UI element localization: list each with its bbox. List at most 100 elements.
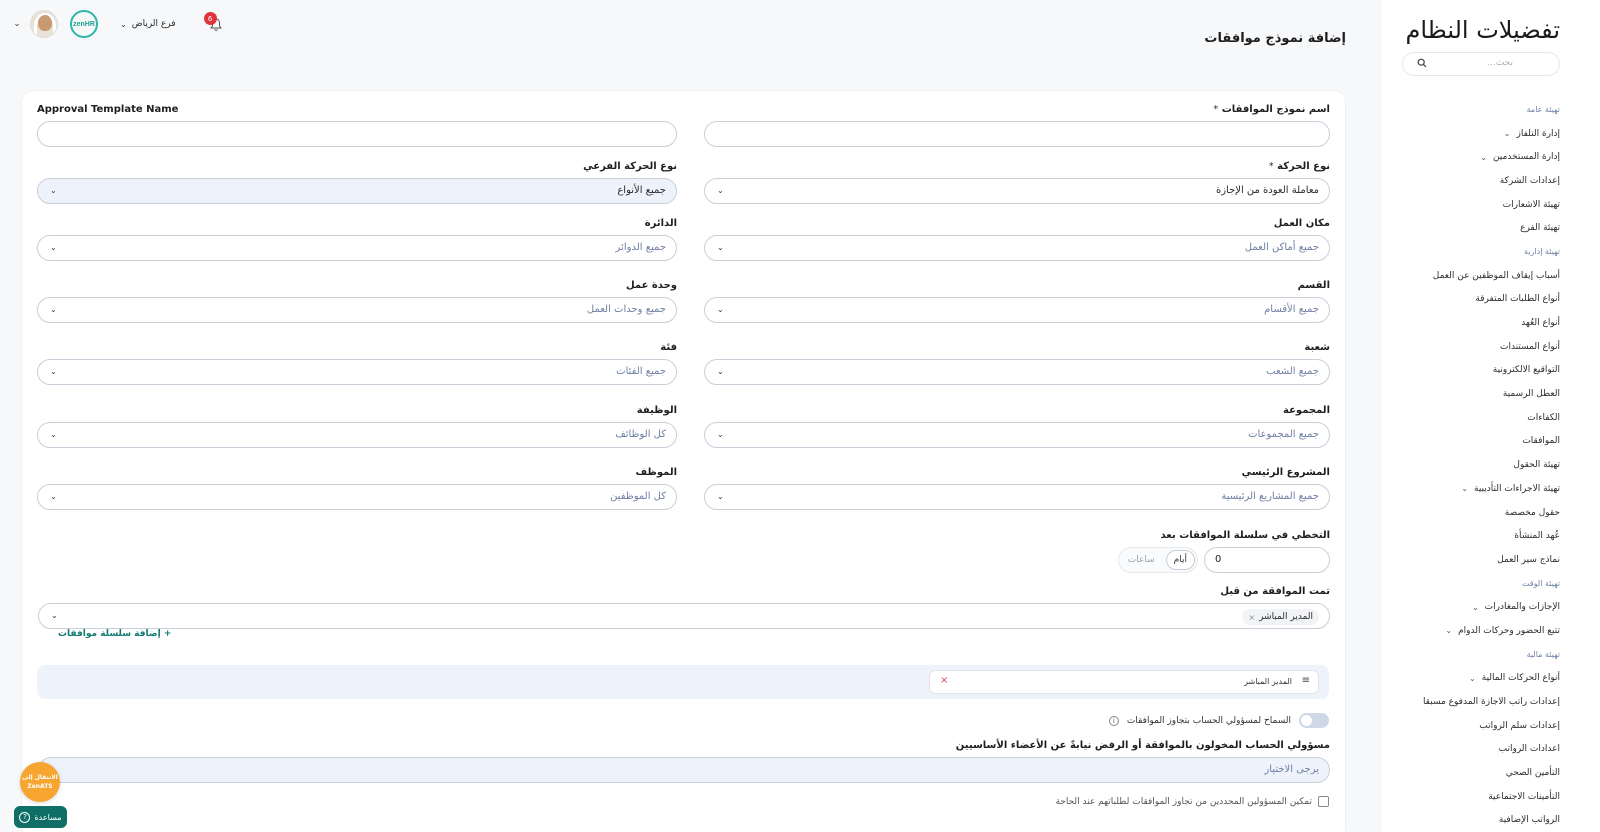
branch-selector[interactable]: فرع الرياض ⌄ <box>120 19 176 29</box>
sidebar-item-label: إدارة المستخدمين <box>1492 152 1560 163</box>
field-name-en: Approval Template Name <box>37 103 677 147</box>
unit-days-option[interactable]: أيام <box>1165 550 1195 570</box>
sidebar-item-label: إعدادات راتب الاجازة المدفوع مسبقا <box>1422 697 1560 708</box>
sidebar-item[interactable]: العطل الرسمية <box>1390 382 1560 406</box>
sidebar-item[interactable]: التأمين الصحي <box>1390 761 1560 785</box>
sidebar-item-label: إدارة التلفاز <box>1516 128 1560 139</box>
chevron-down-icon: ⌄ <box>50 186 57 195</box>
employee-select[interactable]: كل الموظفين ⌄ <box>37 484 677 510</box>
sidebar-item-label: تهيئة الاجراءات التأديبية <box>1474 483 1560 494</box>
work-unit-select[interactable]: جميع وحدات العمل ⌄ <box>37 297 677 323</box>
transaction-type-select[interactable]: معاملة العودة من الإجازة ⌄ <box>704 178 1330 204</box>
section-value: جميع الأقسام <box>1264 304 1319 315</box>
avatar[interactable] <box>30 10 58 38</box>
sidebar-item[interactable]: إعدادات راتب الاجازة المدفوع مسبقا <box>1390 690 1560 714</box>
zenats-line2: ZenATS <box>27 783 53 790</box>
notifications-button[interactable]: 6 <box>203 12 228 35</box>
job-label: الوظيفة <box>636 405 677 416</box>
sidebar-item[interactable]: إعدادات الشركة <box>1390 169 1560 193</box>
sidebar-item[interactable]: نماذج سير العمل <box>1390 548 1560 572</box>
sidebar-search-input[interactable]: بحث... <box>1402 52 1560 76</box>
approval-chain-item[interactable]: ≡ المدير المباشر × <box>929 670 1319 694</box>
enable-override-checkbox[interactable] <box>1318 796 1329 807</box>
group-select[interactable]: جميع المجموعات ⌄ <box>704 422 1330 448</box>
delete-icon[interactable]: × <box>940 675 948 686</box>
sidebar-item-label: إعدادات سلم الرواتب <box>1479 720 1560 731</box>
help-button[interactable]: ? مساعدة <box>14 806 67 828</box>
workplace-label: مكان العمل <box>1273 218 1330 229</box>
department-circle-select[interactable]: جميع الدوائر ⌄ <box>37 235 677 261</box>
sidebar-item[interactable]: الرواتب الإضافية <box>1390 809 1560 832</box>
add-approval-chain-link[interactable]: + إضافة سلسلة موافقات <box>58 629 171 639</box>
page-title: إضافة نموذج موافقات <box>1204 31 1346 46</box>
sidebar-item[interactable]: أسباب إيقاف الموظفين عن العمل <box>1390 264 1560 288</box>
sidebar-item[interactable]: الكفاءات <box>1390 406 1560 430</box>
sidebar-item[interactable]: الموافقات <box>1390 430 1560 454</box>
sidebar-item[interactable]: التواقيع الالكترونية <box>1390 359 1560 383</box>
allow-override-toggle[interactable] <box>1299 713 1329 728</box>
name-ar-input[interactable] <box>704 121 1330 147</box>
job-select[interactable]: كل الوظائف ⌄ <box>37 422 677 448</box>
field-sub-type: نوع الحركة الفرعي جميع الأنواع ⌄ <box>37 160 677 204</box>
go-to-zenats-button[interactable]: الانتقال إلى ZenATS <box>20 762 60 802</box>
work-unit-value: جميع وحدات العمل <box>586 304 666 315</box>
sidebar-item[interactable]: تتبع الحضور وحركات الدوام ⌄ <box>1390 619 1560 643</box>
field-employee: الموظف كل الموظفين ⌄ <box>37 466 677 510</box>
main-project-label: المشروع الرئيسي <box>1241 467 1330 478</box>
category-value: جميع الفئات <box>616 366 666 377</box>
chain-item-label: المدير المباشر <box>1244 677 1292 686</box>
sidebar-item[interactable]: تهيئة الاجراءات التأديبية ⌄ <box>1390 477 1560 501</box>
info-icon[interactable]: i <box>1108 715 1119 726</box>
skip-after-number-input[interactable]: 0 <box>1204 547 1330 573</box>
division-label: شعبة <box>1304 342 1330 353</box>
sidebar-item[interactable]: إعدادات سلم الرواتب <box>1390 714 1560 738</box>
sidebar-item[interactable]: الإجازات والمغادرات ⌄ <box>1390 595 1560 619</box>
sidebar-item[interactable]: عُهد المنشأة <box>1390 524 1560 548</box>
user-menu-chevron-down-icon[interactable]: ⌄ <box>10 19 24 29</box>
employee-value: كل الموظفين <box>610 491 666 502</box>
authorized-admins-select[interactable]: يرجى الاختيار <box>38 757 1330 783</box>
name-en-label: Approval Template Name <box>37 104 179 115</box>
group-label: المجموعة <box>1283 405 1330 416</box>
main-project-select[interactable]: جميع المشاريع الرئيسية ⌄ <box>704 484 1330 510</box>
division-select[interactable]: جميع الشعب ⌄ <box>704 359 1330 385</box>
remove-chip-icon[interactable]: × <box>1248 613 1255 622</box>
sidebar-title: تفضيلات النظام <box>1405 16 1561 44</box>
category-select[interactable]: جميع الفئات ⌄ <box>37 359 677 385</box>
workplace-select[interactable]: جميع أماكن العمل ⌄ <box>704 235 1330 261</box>
sidebar-item[interactable]: أنواع الحركات المالية ⌄ <box>1390 667 1560 691</box>
job-value: كل الوظائف <box>615 429 666 440</box>
section-select[interactable]: جميع الأقسام ⌄ <box>704 297 1330 323</box>
field-division: شعبة جميع الشعب ⌄ <box>704 341 1330 385</box>
sidebar-item[interactable]: أنواع الطلبات المتفرقة <box>1390 288 1560 312</box>
chevron-down-icon: ⌄ <box>50 243 57 252</box>
field-transaction-type: نوع الحركة * معاملة العودة من الإجازة ⌄ <box>704 160 1330 204</box>
name-en-input[interactable] <box>37 121 677 147</box>
branch-label: فرع الرياض <box>131 19 176 29</box>
sidebar-section-heading: تهيئة مالية <box>1390 643 1560 667</box>
approved-by-select[interactable]: المدير المباشر × ⌄ <box>38 603 1330 629</box>
sidebar-item[interactable]: إدارة التلفاز ⌄ <box>1390 122 1560 146</box>
sidebar-item[interactable]: تهيئة الاشعارات <box>1390 193 1560 217</box>
sidebar-item[interactable]: التأمينات الاجتماعية <box>1390 785 1560 809</box>
main-project-value: جميع المشاريع الرئيسية <box>1221 491 1319 502</box>
sidebar-item[interactable]: تهيئة الحقول <box>1390 453 1560 477</box>
authorized-admins-placeholder: يرجى الاختيار <box>1264 764 1319 775</box>
field-approved-by: تمت الموافقة من قبل المدير المباشر × ⌄ <box>38 585 1330 629</box>
drag-handle-icon[interactable]: ≡ <box>1302 675 1310 686</box>
chevron-down-icon: ⌄ <box>1480 152 1487 162</box>
sidebar-item[interactable]: إدارة المستخدمين ⌄ <box>1390 145 1560 169</box>
sidebar-item-label: أنواع الحركات المالية <box>1481 673 1560 684</box>
unit-hours-option[interactable]: ساعات <box>1121 551 1162 569</box>
sidebar-item[interactable]: أنواع المستندات <box>1390 335 1560 359</box>
field-section: القسم جميع الأقسام ⌄ <box>704 279 1330 323</box>
help-label: مساعدة <box>34 812 62 822</box>
category-label: فئة <box>660 342 677 353</box>
search-placeholder: بحث... <box>1487 58 1513 68</box>
sidebar-item[interactable]: اعدادات الرواتب <box>1390 738 1560 762</box>
sub-type-select[interactable]: جميع الأنواع ⌄ <box>37 178 677 204</box>
sidebar-item[interactable]: تهيئة الفرع <box>1390 216 1560 240</box>
approval-chain-container: ≡ المدير المباشر × <box>37 665 1329 699</box>
sidebar-item[interactable]: حقول مخصصة <box>1390 501 1560 525</box>
sidebar-item[interactable]: أنواع العُهد <box>1390 311 1560 335</box>
